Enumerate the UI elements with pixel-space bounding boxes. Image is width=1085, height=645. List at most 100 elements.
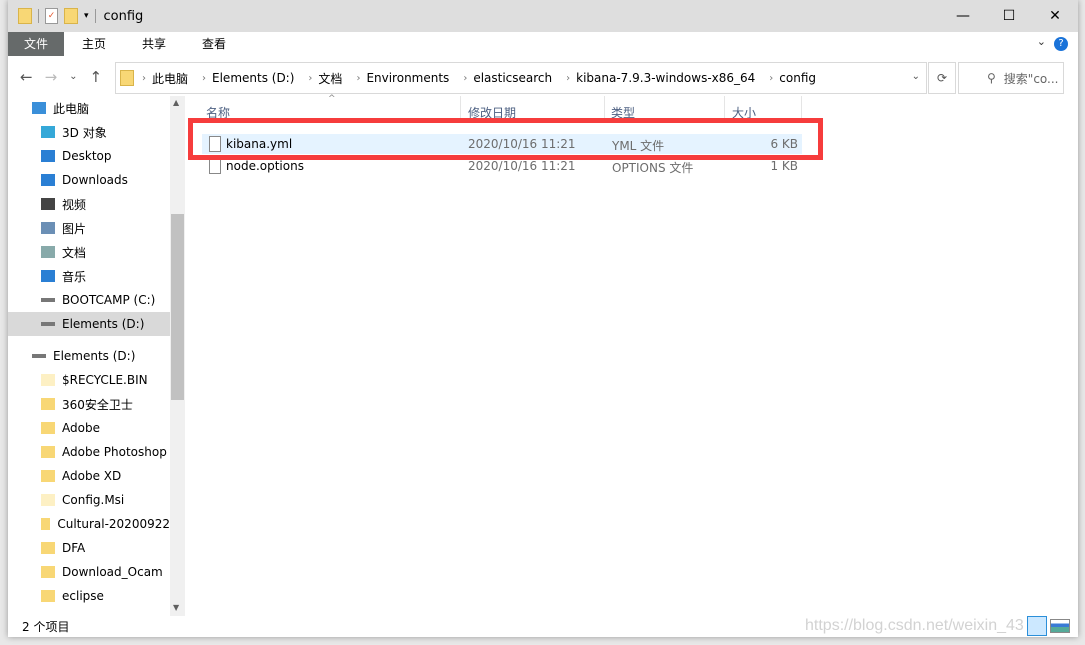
- sidebar-item-label: Elements (D:): [53, 349, 136, 363]
- help-icon[interactable]: ?: [1054, 37, 1068, 51]
- forward-icon[interactable]: →: [45, 68, 58, 86]
- breadcrumb-item[interactable]: config: [779, 71, 816, 85]
- sidebar-item-label: Config.Msi: [62, 493, 125, 507]
- address-bar[interactable]: › 此电脑 › Elements (D:) › 文档 › Environments › elast…: [115, 62, 927, 94]
- details-view-icon[interactable]: [1027, 616, 1047, 636]
- sidebar-item-label: 图片: [62, 221, 87, 236]
- expand-ribbon-icon[interactable]: ⌄: [1037, 35, 1046, 48]
- sidebar-item[interactable]: 图片: [8, 216, 170, 240]
- sidebar-item[interactable]: Adobe Photoshop: [8, 440, 170, 464]
- sidebar-item[interactable]: eclipse: [8, 584, 170, 608]
- drive-icon: [41, 298, 55, 302]
- sidebar-item[interactable]: Adobe: [8, 416, 170, 440]
- file-type: OPTIONS 文件: [612, 161, 694, 175]
- sidebar-item[interactable]: 文档: [8, 240, 170, 264]
- sidebar-item[interactable]: BOOTCAMP (C:): [8, 288, 170, 312]
- refresh-button[interactable]: ⟳: [928, 62, 956, 94]
- sidebar-item-label: Desktop: [62, 149, 112, 163]
- maximize-icon[interactable]: ☐: [986, 0, 1032, 32]
- breadcrumb-item[interactable]: Environments: [366, 71, 449, 85]
- breadcrumb-item[interactable]: Elements (D:): [212, 71, 294, 85]
- sidebar-item-label: Cultural-20200922: [57, 517, 170, 531]
- breadcrumb-separator[interactable]: ›: [463, 73, 467, 84]
- sidebar-item[interactable]: 音乐: [8, 264, 170, 288]
- minimize-icon[interactable]: —: [940, 0, 986, 32]
- folder-icon: [41, 542, 55, 554]
- tab-share[interactable]: 共享: [124, 32, 184, 56]
- breadcrumb-separator[interactable]: ›: [202, 73, 206, 84]
- tab-file[interactable]: 文件: [8, 32, 65, 56]
- back-icon[interactable]: ←: [20, 68, 33, 86]
- divider: [38, 9, 39, 23]
- large-icons-view-icon[interactable]: [1050, 619, 1070, 633]
- customize-quick-access-icon[interactable]: ▾: [84, 11, 89, 21]
- close-icon[interactable]: ✕: [1032, 0, 1078, 32]
- sidebar-item[interactable]: Cultural-20200922: [8, 512, 170, 536]
- folder-icon: [41, 590, 55, 602]
- breadcrumb-item[interactable]: 此电脑: [152, 70, 188, 87]
- file-list: ^ 名称 修改日期 类型 大小 kibana.yml 2020/10/16 11…: [186, 94, 1078, 616]
- sidebar-item[interactable]: Adobe XD: [8, 464, 170, 488]
- sidebar-item-label: 3D 对象: [62, 125, 107, 140]
- folder-icon: [41, 470, 55, 482]
- sidebar-item[interactable]: 360安全卫士: [8, 392, 170, 416]
- sidebar-item[interactable]: DFA: [8, 536, 170, 560]
- window-title: config: [103, 8, 144, 24]
- sidebar-item-label: BOOTCAMP (C:): [62, 293, 156, 307]
- drive-icon: [41, 322, 55, 326]
- breadcrumb-separator[interactable]: ›: [566, 73, 570, 84]
- music-icon: [41, 270, 55, 282]
- documents-icon: [41, 246, 55, 258]
- up-icon[interactable]: ↑: [90, 68, 103, 86]
- sidebar-item[interactable]: 此电脑: [8, 96, 170, 120]
- sidebar-item[interactable]: Elements (D:): [8, 312, 170, 336]
- file-explorer-window: ✓ ▾ config — ☐ ✕ 文件 主页 共享 查看 ⌄ ? ← → ⌄ ↑…: [8, 0, 1078, 637]
- sidebar-item-label: DFA: [62, 541, 86, 555]
- tab-home[interactable]: 主页: [64, 32, 124, 56]
- breadcrumb-item[interactable]: 文档: [318, 70, 342, 87]
- folder-icon: [41, 446, 55, 458]
- sidebar-item-label: 音乐: [62, 269, 87, 284]
- sidebar-item-label: 360安全卫士: [62, 397, 133, 412]
- file-icon: [209, 158, 221, 174]
- breadcrumb-separator[interactable]: ›: [142, 73, 146, 84]
- sidebar-item[interactable]: Desktop: [8, 144, 170, 168]
- sidebar-item-label: Downloads: [62, 173, 128, 187]
- breadcrumb-separator[interactable]: ›: [769, 73, 773, 84]
- file-name: node.options: [226, 159, 304, 173]
- sidebar-item-label: Adobe: [62, 421, 100, 435]
- search-icon: ⚲: [987, 71, 996, 85]
- folder-icon: [41, 566, 55, 578]
- search-input[interactable]: ⚲ 搜索"co...: [958, 62, 1064, 94]
- breadcrumb-separator[interactable]: ›: [308, 73, 312, 84]
- sidebar-item[interactable]: Download_Ocam: [8, 560, 170, 584]
- sidebar-item-label: 文档: [62, 245, 87, 260]
- sidebar-scrollbar[interactable]: ▲ ▼: [170, 96, 185, 616]
- search-placeholder: 搜索"co...: [1003, 71, 1059, 86]
- videos-icon: [41, 198, 55, 210]
- recent-locations-icon[interactable]: ⌄: [69, 68, 77, 86]
- tab-view[interactable]: 查看: [184, 32, 244, 56]
- address-history-icon[interactable]: ⌄: [912, 71, 920, 82]
- breadcrumb-separator[interactable]: ›: [356, 73, 360, 84]
- file-date: 2020/10/16 11:21: [468, 159, 576, 173]
- annotation-highlight-box: [188, 118, 823, 160]
- folder-icon: [120, 70, 134, 86]
- sidebar-item[interactable]: Elements (D:): [8, 344, 170, 368]
- sidebar-item[interactable]: Downloads: [8, 168, 170, 192]
- file-size: 1 KB: [770, 159, 798, 173]
- 3d-objects-icon: [41, 126, 55, 138]
- breadcrumb-item[interactable]: elasticsearch: [473, 71, 552, 85]
- divider: [94, 9, 96, 23]
- sidebar-item[interactable]: Config.Msi: [8, 488, 170, 512]
- sidebar-item[interactable]: 视频: [8, 192, 170, 216]
- scrollbar-thumb[interactable]: [171, 214, 184, 400]
- title-bar: ✓ ▾ config — ☐ ✕: [8, 0, 1078, 32]
- sidebar-item-label: $RECYCLE.BIN: [62, 373, 148, 387]
- breadcrumb-item[interactable]: kibana-7.9.3-windows-x86_64: [576, 71, 755, 85]
- new-folder-icon[interactable]: [64, 8, 78, 24]
- folder-icon: [41, 398, 55, 410]
- properties-icon[interactable]: ✓: [45, 8, 58, 24]
- sidebar-item[interactable]: 3D 对象: [8, 120, 170, 144]
- sidebar-item[interactable]: $RECYCLE.BIN: [8, 368, 170, 392]
